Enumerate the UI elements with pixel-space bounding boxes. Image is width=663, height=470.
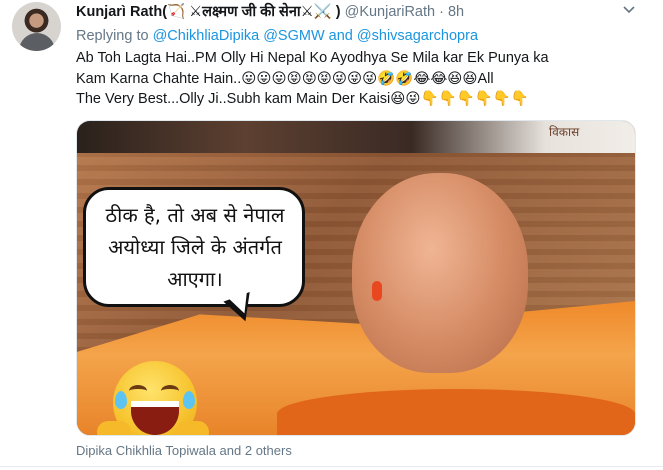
- laugh-tear: [183, 391, 195, 409]
- mention-link[interactable]: @SGMW: [263, 28, 324, 44]
- mention-joiner: and: [328, 28, 353, 44]
- chevron-down-icon[interactable]: [620, 2, 638, 20]
- avatar-figure: [19, 33, 55, 51]
- image-person: [352, 173, 528, 373]
- image-tilak: [372, 281, 382, 301]
- laugh-tear: [115, 391, 127, 409]
- timestamp[interactable]: 8h: [448, 4, 464, 20]
- tweet-text-line: Ab Toh Lagta Hai..PM Olly Hi Nepal Ko Ay…: [76, 50, 549, 66]
- tweet-text-line: Kam Karna Chahte Hain..😛😛😛😝😝😝😜😜😜🤣🤣😂😂😆😆Al…: [76, 70, 494, 87]
- tweet-text-line: The Very Best...Olly Ji..Subh kam Main D…: [76, 91, 529, 107]
- replying-to: Replying to @ChikhliaDipika @SGMW and @s…: [76, 26, 478, 46]
- avatar[interactable]: [12, 2, 61, 51]
- tweet-text: Ab Toh Lagta Hai..PM Olly Hi Nepal Ko Ay…: [76, 48, 636, 110]
- display-name[interactable]: Kunjarì Rath(🏹 ⚔लक्ष्मण जी की सेना⚔⚔️ ): [76, 4, 341, 20]
- image-robe: [277, 389, 635, 435]
- liked-by-text[interactable]: Dipika Chikhlia Topiwala and 2 others: [76, 442, 292, 460]
- speech-bubble-text: ठीक है, तो अब से नेपाल अयोध्या जिले के अ…: [105, 203, 285, 291]
- tweet-header: Kunjarì Rath(🏹 ⚔लक्ष्मण जी की सेना⚔⚔️ ) …: [76, 2, 636, 22]
- tweet-media-image[interactable]: विकास ठीक है, तो अब से नेपाल अयोध्या जिल…: [76, 120, 636, 436]
- mention-link[interactable]: @shivsagarchopra: [357, 28, 478, 44]
- laugh-hand: [175, 421, 209, 435]
- tweet[interactable]: Kunjarì Rath(🏹 ⚔लक्ष्मण जी की सेना⚔⚔️ ) …: [0, 0, 663, 470]
- laugh-hand: [97, 421, 131, 435]
- laugh-mouth: [131, 401, 179, 435]
- laugh-eye: [129, 385, 147, 397]
- separator-dot: ·: [439, 4, 444, 20]
- replying-to-label: Replying to: [76, 28, 149, 44]
- mention-link[interactable]: @ChikhliaDipika: [153, 28, 260, 44]
- user-handle[interactable]: @KunjariRath: [345, 4, 435, 20]
- image-watermark: विकास: [549, 125, 580, 139]
- divider: [0, 466, 663, 467]
- laugh-eye: [161, 385, 179, 397]
